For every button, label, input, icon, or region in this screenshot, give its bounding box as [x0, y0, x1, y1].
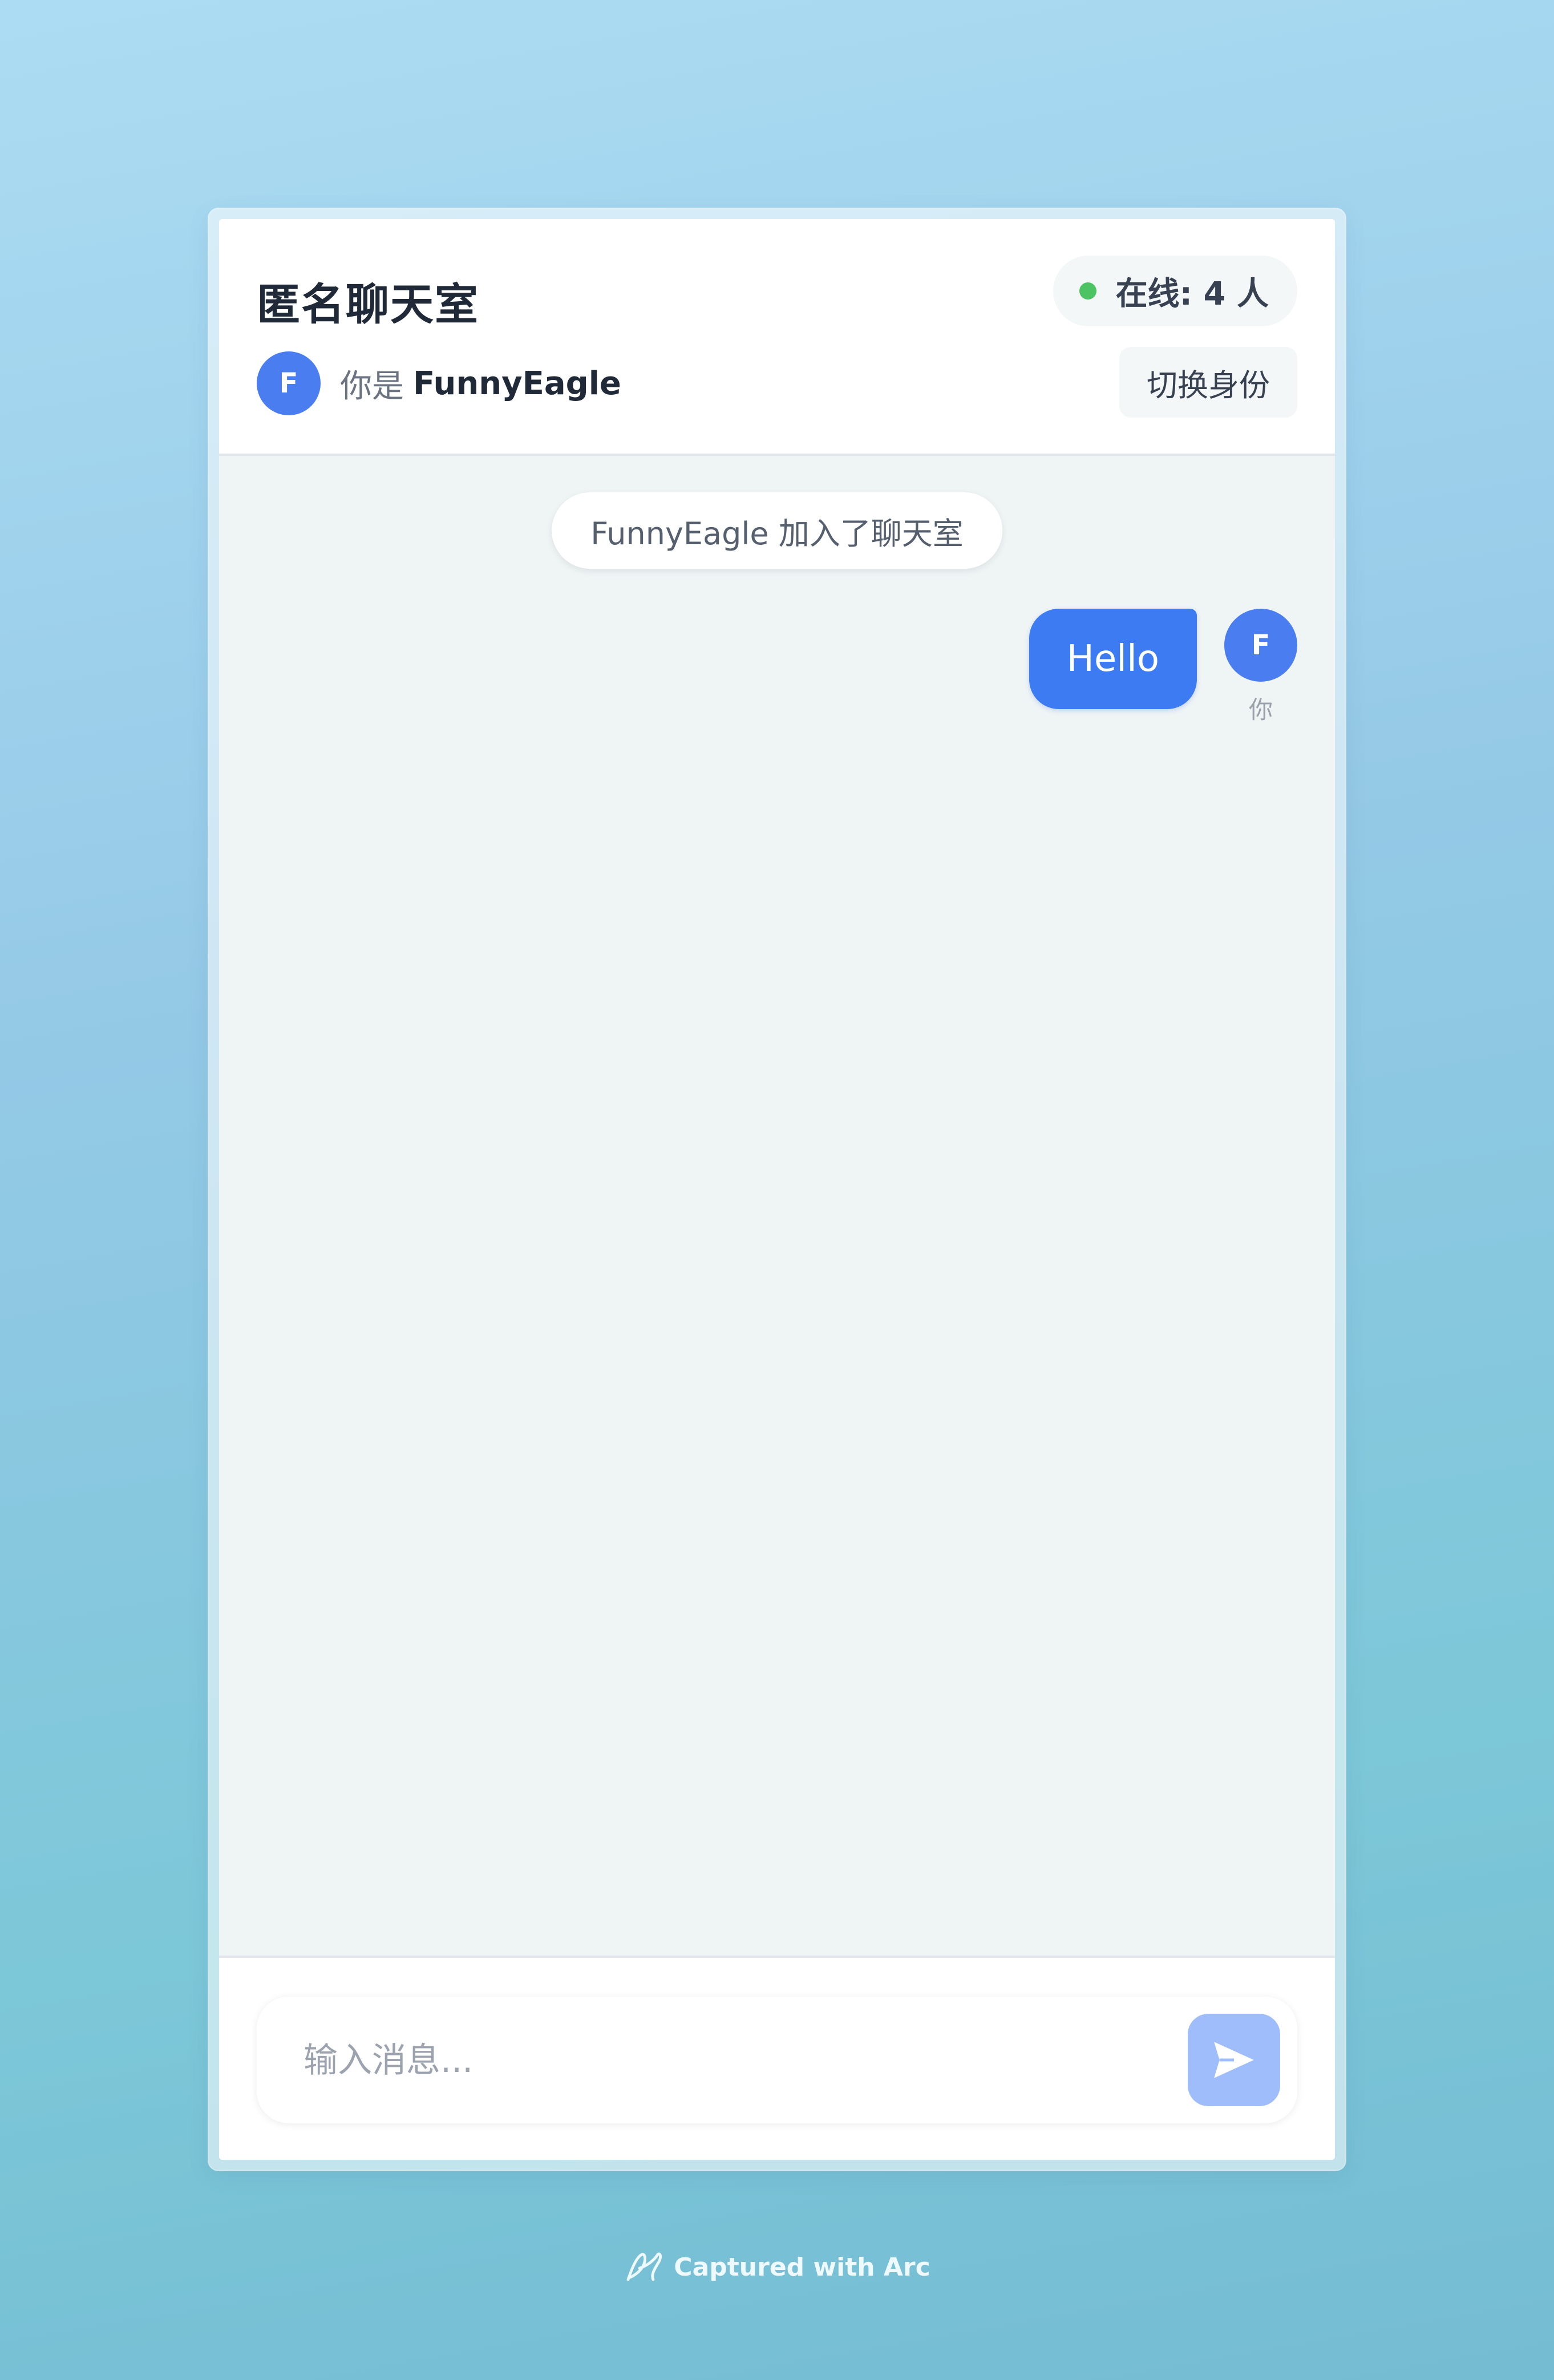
- send-button[interactable]: [1188, 2014, 1280, 2106]
- chat-window: 匿名聊天室 在线: 4 人 F 你是 FunnyEagle 切换身份 Funny…: [219, 219, 1335, 2160]
- send-icon: [1214, 2042, 1254, 2078]
- system-notice: FunnyEagle 加入了聊天室: [552, 492, 1002, 569]
- watermark-text: Captured with Arc: [674, 2252, 930, 2282]
- username: FunnyEagle: [413, 365, 621, 402]
- message-composer: [219, 1956, 1335, 2160]
- sender-avatar: F: [1224, 609, 1297, 682]
- message-list[interactable]: FunnyEagle 加入了聊天室 Hello F 你: [219, 456, 1335, 1956]
- capture-watermark: Captured with Arc: [0, 2250, 1554, 2284]
- avatar: F: [257, 351, 321, 415]
- arc-logo-icon: [626, 2252, 662, 2281]
- message-sender: F 你: [1224, 609, 1297, 726]
- page-title: 匿名聊天室: [257, 279, 479, 330]
- switch-identity-button[interactable]: 切换身份: [1119, 347, 1297, 418]
- you-are-label: 你是: [340, 367, 404, 405]
- message-input[interactable]: [302, 1997, 1160, 2124]
- message-item: Hello F 你: [1029, 609, 1297, 726]
- chat-header: 匿名聊天室 在线: 4 人 F 你是 FunnyEagle 切换身份: [219, 219, 1335, 456]
- message-bubble: Hello: [1029, 609, 1197, 709]
- online-status-badge: 在线: 4 人: [1053, 256, 1297, 326]
- message-input-wrapper: [257, 1997, 1297, 2124]
- current-user: F 你是 FunnyEagle: [257, 351, 621, 415]
- app-frame: 匿名聊天室 在线: 4 人 F 你是 FunnyEagle 切换身份 Funny…: [209, 209, 1345, 2169]
- online-dot-icon: [1079, 282, 1096, 299]
- sender-label: 你: [1248, 696, 1273, 724]
- online-count: 在线: 4 人: [1115, 275, 1269, 313]
